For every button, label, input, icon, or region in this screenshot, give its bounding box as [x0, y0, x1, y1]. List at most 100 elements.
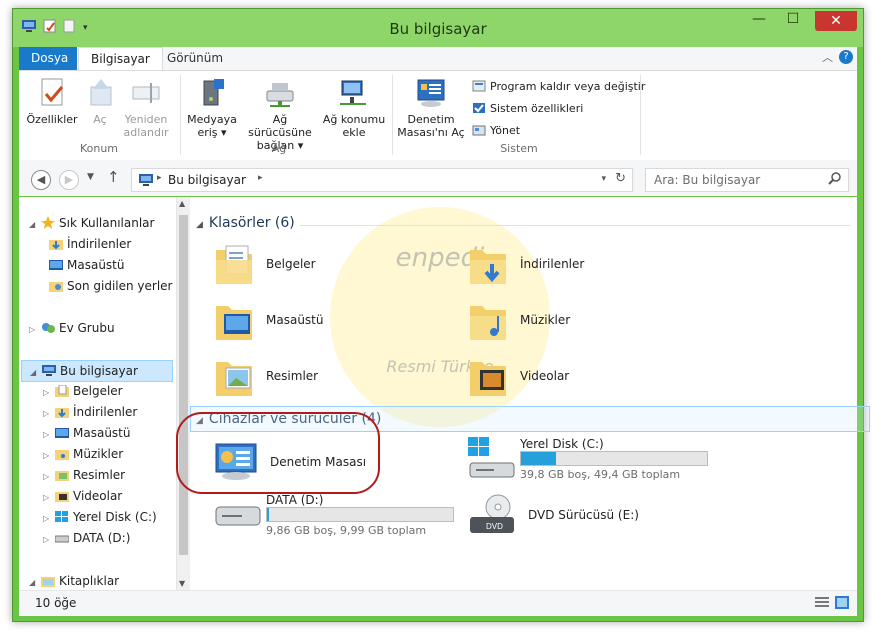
drive-dvd[interactable]: DVD DVD Sürücüsü (E:) [468, 493, 639, 537]
nav-item-recent-places[interactable]: Son gidilen yerler [49, 276, 173, 296]
section-divider [300, 225, 850, 226]
properties-button[interactable]: Özellikler [25, 77, 79, 126]
scroll-down-icon[interactable]: ▼ [179, 579, 185, 588]
uninstall-program-button[interactable]: Program kaldır veya değiştir [472, 79, 645, 93]
folder-videos[interactable]: Videolar [468, 354, 569, 398]
search-icon[interactable] [828, 171, 842, 190]
media-server-icon [196, 77, 228, 109]
up-arrow-icon[interactable]: ↑ [107, 168, 120, 186]
desktop-icon [49, 257, 63, 270]
open-icon [85, 77, 117, 109]
documents-folder-icon [55, 383, 69, 397]
address-dropdown-icon[interactable]: ▾ [601, 174, 606, 184]
item-count: 10 öğe [35, 596, 77, 610]
scroll-up-icon[interactable]: ▲ [179, 199, 185, 208]
expand-arrow-icon[interactable]: ◢ [29, 215, 38, 235]
folders-section-header[interactable]: ◢ Klasörler (6) [196, 215, 295, 231]
forward-button[interactable]: ▶ [59, 170, 79, 190]
downloads-folder-icon [55, 404, 69, 418]
breadcrumb-current[interactable]: Bu bilgisayar [168, 173, 246, 187]
expand-arrow-icon[interactable]: ▷ [43, 530, 52, 550]
drive-d-usage-fill [267, 508, 270, 521]
nav-item-local-disk-c[interactable]: ▷ Yerel Disk (C:) [43, 507, 157, 527]
drive-d[interactable]: DATA (D:) 9,86 GB boş, 9,99 GB toplam [214, 493, 474, 541]
maximize-button[interactable]: ☐ [779, 11, 807, 31]
music-folder-icon [55, 446, 69, 460]
add-network-location-label-2: ekle [342, 126, 366, 139]
expand-arrow-icon[interactable]: ▷ [29, 320, 38, 340]
search-input[interactable]: Ara: Bu bilgisayar [645, 168, 849, 192]
open-control-panel-button[interactable]: Denetim Masası'nı Aç [397, 77, 465, 139]
system-properties-button[interactable]: Sistem özellikleri [472, 101, 583, 115]
expand-arrow-icon[interactable]: ◢ [30, 363, 39, 383]
minimize-button[interactable]: — [745, 11, 773, 31]
group-label-sistem: Sistem [500, 142, 538, 155]
map-network-drive-button[interactable]: Ağ sürücüsüne bağlan ▾ [240, 77, 320, 152]
tab-gorunum[interactable]: Görünüm [155, 47, 235, 70]
open-button[interactable]: Aç [85, 77, 115, 126]
tab-bilgisayar[interactable]: Bilgisayar [78, 47, 163, 71]
help-icon[interactable]: ? [839, 50, 853, 64]
drive-c[interactable]: Yerel Disk (C:) 39,8 GB boş, 49,4 GB top… [468, 437, 728, 485]
folder-downloads[interactable]: İndirilenler [468, 242, 584, 286]
collapse-arrow-icon[interactable]: ◢ [196, 220, 203, 230]
access-media-label-2: eriş ▾ [197, 126, 227, 139]
breadcrumb-chevron-icon[interactable]: ▸ [258, 173, 263, 183]
videos-folder-icon [55, 488, 69, 502]
nav-item-this-pc[interactable]: ◢ Bu bilgisayar [21, 360, 173, 382]
ribbon-tabs: Dosya Bilgisayar Görünüm ︿ ? [19, 47, 857, 71]
access-media-button[interactable]: Medyaya eriş ▾ [186, 77, 238, 139]
properties-label: Özellikler [26, 113, 78, 126]
refresh-icon[interactable]: ↻ [615, 171, 626, 186]
network-location-icon [338, 77, 370, 109]
large-icons-view-icon[interactable] [835, 596, 849, 612]
computer-icon [42, 363, 56, 376]
expand-arrow-icon[interactable]: ▷ [43, 467, 52, 487]
expand-arrow-icon[interactable]: ▷ [43, 404, 52, 424]
nav-item-data-d[interactable]: ▷ DATA (D:) [43, 528, 130, 548]
nav-item-favorites[interactable]: ◢ Sık Kullanılanlar [29, 213, 154, 233]
explorer-window: ▾ Bu bilgisayar — ☐ ✕ Dosya Bilgisayar G… [12, 8, 870, 622]
group-label-ag: Ağ [271, 142, 287, 155]
nav-item-documents[interactable]: ▷ Belgeler [43, 381, 123, 401]
add-network-location-button[interactable]: Ağ konumu ekle [322, 77, 386, 139]
nav-item-desktop-pc[interactable]: ▷ Masaüstü [43, 423, 130, 443]
folder-music[interactable]: Müzikler [468, 298, 570, 342]
rename-label-2: adlandır [123, 126, 169, 139]
scrollbar-thumb[interactable] [179, 215, 188, 555]
properties-icon [36, 77, 68, 109]
close-button[interactable]: ✕ [815, 11, 857, 31]
nav-item-videos[interactable]: ▷ Videolar [43, 486, 122, 506]
nav-item-homegroup[interactable]: ▷ Ev Grubu [29, 318, 115, 338]
nav-item-downloads[interactable]: İndirilenler [49, 234, 131, 254]
address-bar[interactable]: ▸ Bu bilgisayar ▸ ▾ ↻ [131, 168, 633, 192]
details-view-icon[interactable] [815, 597, 829, 612]
nav-item-desktop[interactable]: Masaüstü [49, 255, 124, 275]
rename-button[interactable]: Yeniden adlandır [119, 77, 173, 139]
breadcrumb-chevron-icon[interactable]: ▸ [157, 173, 162, 183]
expand-arrow-icon[interactable]: ▷ [43, 383, 52, 403]
recent-locations-chevron-icon[interactable]: ▼ [87, 172, 94, 182]
drive-c-usage-fill [521, 452, 557, 465]
nav-item-libraries[interactable]: ◢ Kitaplıklar [29, 571, 119, 591]
windows-drive-icon [468, 437, 516, 484]
collapse-ribbon-icon[interactable]: ︿ [822, 49, 833, 65]
expand-arrow-icon[interactable]: ▷ [43, 446, 52, 466]
homegroup-icon [41, 320, 55, 333]
nav-item-music[interactable]: ▷ Müzikler [43, 444, 123, 464]
nav-scrollbar[interactable]: ▲ ▼ [176, 197, 190, 590]
back-button[interactable]: ◀ [31, 170, 51, 190]
expand-arrow-icon[interactable]: ▷ [43, 509, 52, 529]
folder-documents[interactable]: Belgeler [214, 242, 316, 286]
folder-pictures[interactable]: Resimler [214, 354, 318, 398]
folder-desktop[interactable]: Masaüstü [214, 298, 323, 342]
manage-button[interactable]: Yönet [472, 123, 520, 137]
system-properties-icon [472, 101, 486, 115]
tab-dosya[interactable]: Dosya [19, 47, 77, 70]
expand-arrow-icon[interactable]: ▷ [43, 425, 52, 445]
nav-item-downloads-pc[interactable]: ▷ İndirilenler [43, 402, 137, 422]
nav-item-pictures[interactable]: ▷ Resimler [43, 465, 125, 485]
ribbon-separator [640, 75, 641, 155]
expand-arrow-icon[interactable]: ▷ [43, 488, 52, 508]
videos-folder-icon [468, 354, 508, 398]
